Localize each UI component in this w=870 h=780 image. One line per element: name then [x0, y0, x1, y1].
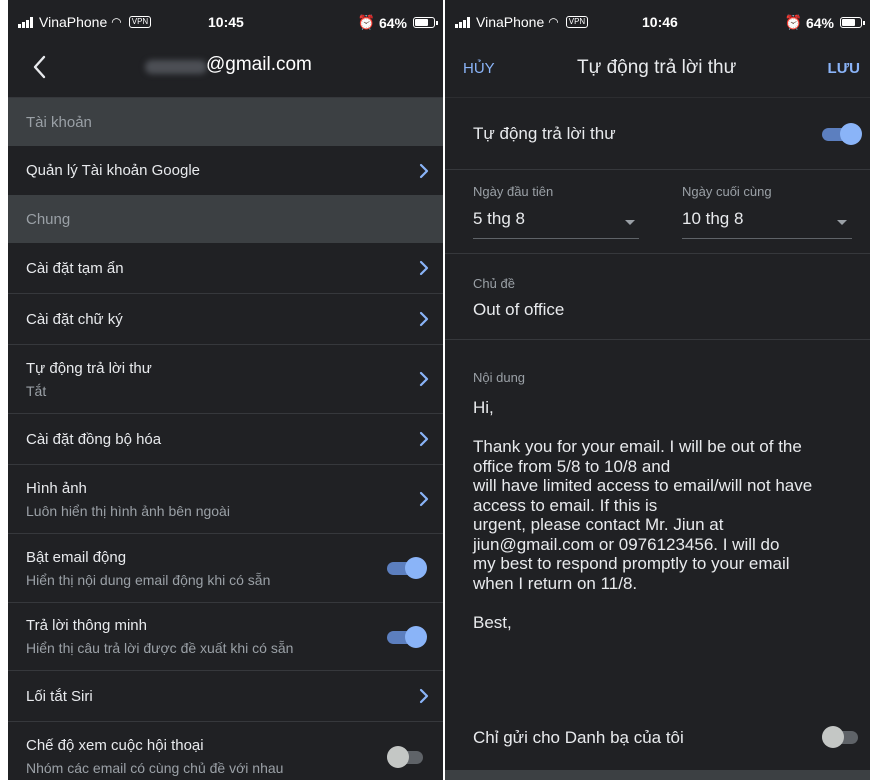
alarm-icon: ⏰ — [784, 14, 802, 30]
carrier-name: VinaPhone — [476, 14, 545, 30]
status-time: 10:45 — [208, 14, 244, 30]
message-body-text: Hi, Thank you for your email. I will be … — [473, 398, 813, 632]
chevron-right-icon — [419, 260, 429, 276]
blurred-username — [145, 60, 207, 74]
item-title: Hình ảnh — [26, 479, 87, 497]
subject-field[interactable]: Chủ đề Out of office — [445, 254, 870, 340]
first-day-label: Ngày đầu tiên — [473, 184, 554, 199]
vpn-badge: VPN — [565, 16, 589, 28]
gmail-settings-screen: VinaPhone ◠ VPN 10:45 ⏰ 64% @gmail.com T… — [8, 0, 443, 780]
settings-item-snooze[interactable]: Cài đặt tạm ẩn — [8, 243, 443, 293]
settings-item-conversation-view: Chế độ xem cuộc hội thoại Nhóm các email… — [8, 721, 443, 780]
chevron-right-icon — [419, 311, 429, 327]
item-subtitle: Tắt — [26, 382, 47, 399]
settings-item-signature[interactable]: Cài đặt chữ ký — [8, 293, 443, 344]
battery-percent: 64% — [378, 14, 407, 31]
last-day-underline — [682, 238, 852, 239]
last-day-value: 10 thg 8 — [682, 209, 744, 228]
chevron-right-icon — [419, 163, 429, 178]
wifi-icon: ◠ — [111, 15, 122, 29]
signal-icon — [455, 16, 470, 28]
cancel-button[interactable]: HỦY — [463, 60, 495, 77]
item-title: Lối tắt Siri — [26, 687, 93, 705]
first-day-field[interactable]: Ngày đầu tiên 5 thg 8 — [473, 184, 639, 239]
settings-item-sync[interactable]: Cài đặt đồng bộ hóa — [8, 413, 443, 464]
last-day-field[interactable]: Ngày cuối cùng 10 thg 8 — [682, 184, 852, 239]
conversation-view-toggle[interactable] — [387, 745, 427, 768]
signal-icon — [18, 16, 33, 28]
status-bar: VinaPhone ◠ VPN 10:45 ⏰ 64% — [8, 0, 443, 44]
carrier-name: VinaPhone — [39, 14, 108, 30]
auto-reply-label: Tự động trả lời thư — [473, 123, 616, 143]
first-day-value: 5 thg 8 — [473, 209, 525, 228]
battery-icon — [413, 17, 438, 28]
dynamic-email-toggle[interactable] — [387, 557, 427, 579]
chevron-right-icon — [419, 688, 429, 704]
contacts-only-toggle[interactable] — [822, 726, 862, 748]
item-title: Cài đặt đồng bộ hóa — [26, 430, 162, 448]
item-title: Tự động trả lời thư — [26, 359, 152, 377]
item-title: Cài đặt tạm ẩn — [26, 259, 124, 277]
section-heading-account: Tài khoản — [8, 98, 443, 146]
subject-label: Chủ đề — [473, 276, 515, 291]
chevron-right-icon — [419, 491, 429, 507]
smart-reply-toggle[interactable] — [387, 625, 427, 648]
battery-percent: 64% — [805, 14, 834, 31]
item-title: Bật email động — [26, 548, 127, 566]
chevron-right-icon — [419, 371, 429, 387]
auto-reply-header: HỦY Tự động trả lời thư LƯU — [445, 44, 870, 98]
wifi-icon: ◠ — [548, 15, 559, 29]
auto-reply-toggle-row: Tự động trả lời thư — [445, 98, 870, 170]
vpn-badge: VPN — [128, 16, 152, 28]
page-title: Tự động trả lời thư — [577, 57, 737, 78]
settings-item-manage-google-account[interactable]: Quản lý Tài khoản Google — [8, 146, 443, 195]
item-title: Chế độ xem cuộc hội thoại — [26, 737, 204, 754]
subject-value: Out of office — [473, 300, 565, 319]
last-day-label: Ngày cuối cùng — [682, 184, 772, 199]
auto-reply-screen: VinaPhone ◠ VPN 10:46 ⏰ 64% HỦY Tự động … — [445, 0, 870, 780]
dropdown-caret-icon — [837, 220, 847, 225]
contacts-only-label: Chỉ gửi cho Danh bạ của tôi — [473, 728, 684, 747]
save-button[interactable]: LƯU — [828, 60, 860, 77]
item-title: Quản lý Tài khoản Google — [26, 162, 201, 179]
battery-icon — [840, 17, 865, 28]
item-title: Trả lời thông minh — [26, 617, 147, 634]
dropdown-caret-icon — [625, 220, 635, 225]
settings-item-auto-reply[interactable]: Tự động trả lời thư Tắt — [8, 344, 443, 413]
item-subtitle: Luôn hiển thị hình ảnh bên ngoài — [26, 502, 230, 519]
chevron-right-icon — [419, 431, 429, 447]
section-heading-general: Chung — [8, 195, 443, 243]
item-title: Cài đặt chữ ký — [26, 310, 123, 328]
settings-item-dynamic-email: Bật email động Hiển thị nội dung email đ… — [8, 533, 443, 602]
alarm-icon: ⏰ — [357, 14, 375, 30]
settings-item-smart-reply: Trả lời thông minh Hiển thị câu trả lời … — [8, 602, 443, 670]
first-day-underline — [473, 238, 639, 239]
settings-header: @gmail.com — [8, 44, 443, 98]
back-chevron-icon[interactable] — [24, 52, 54, 82]
message-body-field[interactable]: Nội dung Hi, Thank you for your email. I… — [445, 340, 870, 692]
auto-reply-toggle[interactable] — [822, 122, 862, 145]
status-time: 10:46 — [642, 14, 678, 30]
settings-item-images[interactable]: Hình ảnh Luôn hiển thị hình ảnh bên ngoà… — [8, 464, 443, 533]
account-email: @gmail.com — [206, 54, 312, 75]
bottom-section-edge — [445, 770, 870, 780]
settings-item-siri-shortcuts[interactable]: Lối tắt Siri — [8, 670, 443, 721]
item-subtitle: Hiển thị nội dung email động khi có sẵn — [26, 571, 271, 588]
date-range: Ngày đầu tiên 5 thg 8 Ngày cuối cùng 10 … — [445, 170, 870, 254]
item-subtitle: Hiển thị câu trả lời được đề xuất khi có… — [26, 640, 294, 656]
contacts-only-row: Chỉ gửi cho Danh bạ của tôi — [445, 708, 870, 768]
message-body-label: Nội dung — [473, 370, 526, 385]
status-bar: VinaPhone ◠ VPN 10:46 ⏰ 64% — [445, 0, 870, 44]
item-subtitle: Nhóm các email có cùng chủ đề với nhau — [26, 760, 284, 776]
